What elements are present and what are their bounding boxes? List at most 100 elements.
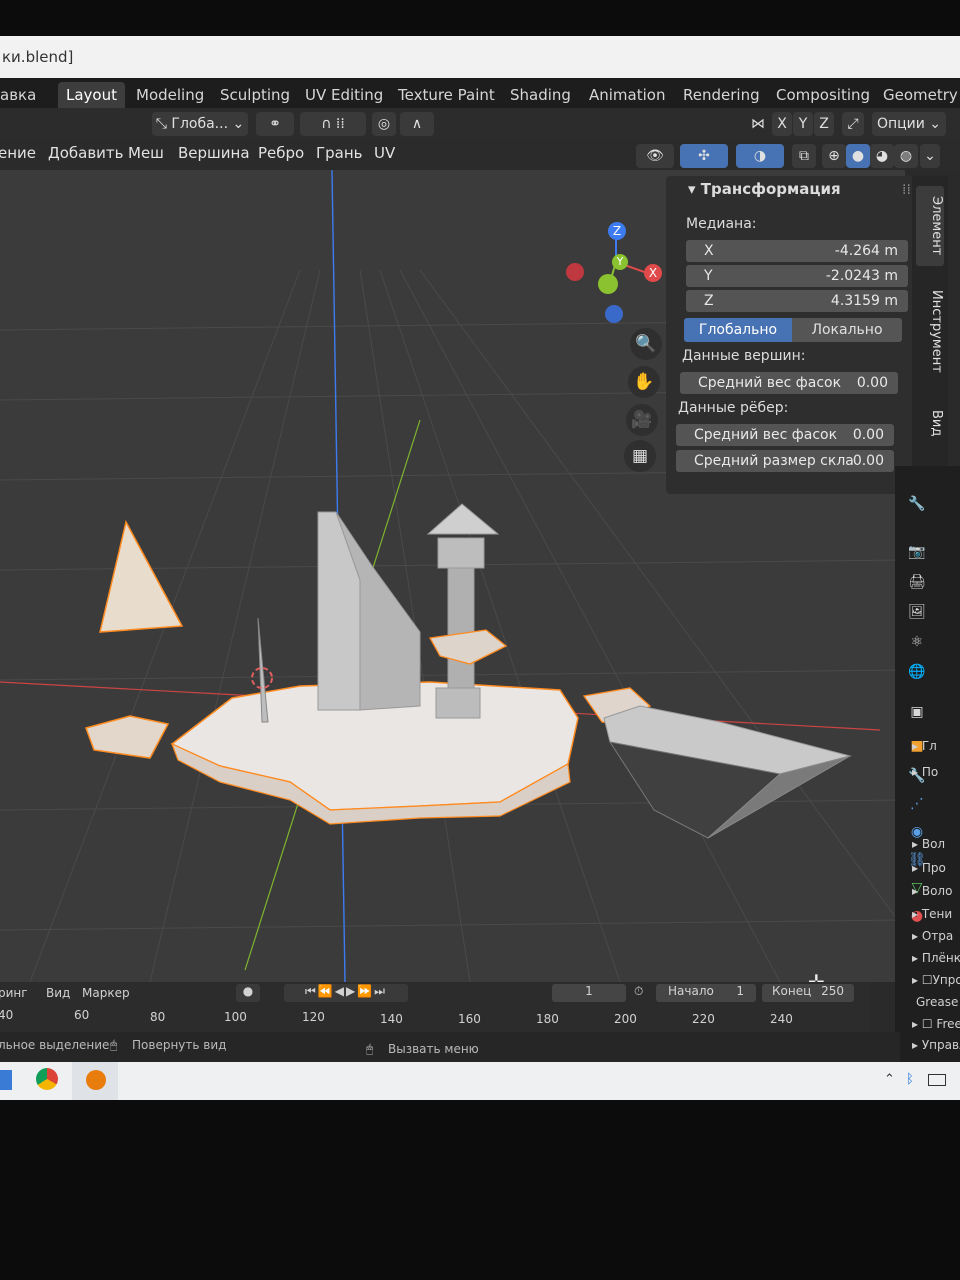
props-row[interactable]: ▸ Плёнк — [912, 951, 960, 965]
pivot-point-button[interactable]: ⚭ — [256, 112, 294, 136]
tab-compositing[interactable]: Compositing — [768, 82, 878, 108]
median-x-field[interactable]: X -4.264 m — [686, 240, 908, 262]
tab-item[interactable]: Элемент — [916, 186, 944, 266]
tab-edit[interactable]: авка — [0, 82, 44, 108]
menu-vertex[interactable]: Вершина — [178, 144, 250, 162]
frame-tick: 80 — [150, 1010, 166, 1024]
props-row[interactable]: ▸ Воло — [912, 884, 952, 898]
falloff-button[interactable]: ∧ — [400, 112, 434, 136]
menu-uv[interactable]: UV — [374, 144, 395, 162]
pan-hand-icon[interactable]: ✋ — [628, 366, 660, 398]
view-object-types-button[interactable]: 👁 — [636, 144, 674, 168]
shading-solid-button[interactable]: ● — [846, 144, 870, 168]
shading-rendered-button[interactable]: ◍ — [894, 144, 918, 168]
bluetooth-icon[interactable]: ᛒ — [906, 1072, 914, 1087]
tab-rendering[interactable]: Rendering — [675, 82, 768, 108]
tab-sculpting[interactable]: Sculpting — [212, 82, 298, 108]
props-row[interactable]: ▸ По — [912, 765, 938, 779]
props-row[interactable]: ▸ Тени — [912, 907, 952, 921]
zoom-icon[interactable]: 🔍 — [630, 328, 662, 360]
props-row[interactable]: ▸ Управле — [912, 1038, 960, 1052]
start-icon[interactable] — [0, 1070, 12, 1090]
record-button[interactable]: ● — [236, 984, 260, 1002]
edge-crease-field[interactable]: Средний размер скла 0.00 — [676, 450, 894, 472]
gizmo-toggle-button[interactable]: ✣ — [680, 144, 728, 168]
mirror-x-button[interactable]: X — [772, 112, 792, 136]
frame-tick: 180 — [536, 1012, 559, 1026]
menu-select[interactable]: ение — [0, 144, 36, 162]
props-row[interactable]: ▸ ☐Упро — [912, 973, 960, 987]
drag-handle-icon[interactable]: ⁞⁞ — [902, 182, 911, 198]
overlays-toggle-button[interactable]: ◑ — [736, 144, 784, 168]
tray-chevron-icon[interactable]: ⌃ — [884, 1072, 895, 1087]
tab-texture-paint[interactable]: Texture Paint — [390, 82, 503, 108]
tab-animation[interactable]: Animation — [581, 82, 673, 108]
current-frame-field[interactable]: 1 — [552, 984, 626, 1002]
mirror-z-button[interactable]: Z — [814, 112, 834, 136]
tab-tool[interactable]: Инструмент — [916, 276, 944, 386]
gizmo-x-button[interactable]: X — [644, 264, 662, 282]
menu-face[interactable]: Грань — [316, 144, 363, 162]
tab-view[interactable]: Вид — [916, 398, 944, 448]
tab-geometry[interactable]: Geometry — [875, 82, 960, 108]
edge-bevel-weight-field[interactable]: Средний вес фасок 0.00 — [676, 424, 894, 446]
start-frame-field[interactable]: Начало 1 — [656, 984, 756, 1002]
local-toggle[interactable]: Локально — [792, 318, 902, 342]
timeline-marker-menu[interactable]: Маркер — [82, 986, 130, 1000]
proportional-edit-button[interactable]: ◎ — [372, 112, 396, 136]
battery-icon[interactable] — [928, 1074, 946, 1086]
perspective-grid-icon[interactable]: ▦ — [624, 440, 656, 472]
orientation-icon: ⤡ — [155, 116, 172, 132]
shading-material-button[interactable]: ◕ — [870, 144, 894, 168]
menu-edge[interactable]: Ребро — [258, 144, 304, 162]
tab-layout[interactable]: Layout — [58, 82, 125, 108]
timeline-playback-menu[interactable]: ринг — [0, 986, 28, 1000]
gizmo-neg-z — [605, 305, 623, 323]
tab-shading[interactable]: Shading — [502, 82, 579, 108]
world-icon[interactable]: 🌐 — [905, 664, 929, 684]
median-z-field[interactable]: Z 4.3159 m — [686, 290, 908, 312]
tool-icon[interactable]: 🔧 — [905, 496, 929, 516]
end-frame-field[interactable]: Конец 250 — [762, 984, 854, 1002]
shading-wireframe-button[interactable]: ⊕ — [822, 144, 846, 168]
vertex-bevel-weight-field[interactable]: Средний вес фасок 0.00 — [680, 372, 898, 394]
playback-controls[interactable]: ⏮⏪◀▶⏩⏭ — [284, 984, 408, 1002]
median-y-field[interactable]: Y -2.0243 m — [686, 265, 908, 287]
props-row[interactable]: ▸ Про — [912, 861, 946, 875]
tab-uv-editing[interactable]: UV Editing — [297, 82, 391, 108]
xray-toggle-button[interactable]: ⧉ — [792, 144, 816, 168]
particles-icon[interactable]: ⋰ — [905, 796, 929, 816]
gizmo-z-button[interactable]: Z — [608, 222, 626, 240]
props-row[interactable]: ▸ Гл — [912, 739, 937, 753]
props-row[interactable]: ▸ ☐ Frees — [912, 1017, 960, 1031]
viewport-header: ⤡ Глоба... ⌄ ⚭ ∩ ⁞⁞ ◎ ∧ ⋈ X Y Z ⤢ Опции … — [0, 108, 960, 140]
transform-orientation-dropdown[interactable]: ⤡ Глоба... ⌄ — [152, 112, 248, 136]
camera-icon[interactable]: 🎥 — [626, 404, 658, 436]
props-row[interactable]: Grease — [916, 995, 958, 1009]
timeline-view-menu[interactable]: Вид — [46, 986, 70, 1000]
menu-add[interactable]: Добавить — [48, 144, 124, 162]
render-icon[interactable]: 📷 — [905, 544, 929, 564]
props-row[interactable]: ▸ Отра — [912, 929, 953, 943]
props-row[interactable]: ▸ Вол — [912, 837, 945, 851]
chrome-icon[interactable] — [36, 1068, 58, 1090]
view-layer-icon[interactable]: 🖼 — [905, 604, 929, 624]
tab-modeling[interactable]: Modeling — [128, 82, 212, 108]
tower-body — [447, 567, 475, 689]
window-title-bar: ки.blend] — [0, 36, 960, 78]
gizmo-y-button[interactable]: Y — [612, 254, 628, 270]
mirror-y-button[interactable]: Y — [793, 112, 813, 136]
auto-merge-button[interactable]: ⤢ — [842, 112, 864, 136]
collection-icon[interactable]: ▣ — [905, 704, 929, 724]
scene-icon[interactable]: ⚛ — [905, 634, 929, 654]
snap-button[interactable]: ∩ ⁞⁞ — [300, 112, 366, 136]
panel-title[interactable]: ▾ Трансформация — [688, 180, 841, 198]
global-toggle[interactable]: Глобально — [684, 318, 792, 342]
gizmo-icon: ✣ — [698, 148, 710, 164]
output-icon[interactable]: 🖨 — [905, 574, 929, 594]
playback-icons: ⏮⏪◀▶⏩⏭ — [305, 984, 387, 998]
options-dropdown[interactable]: Опции ⌄ — [872, 112, 946, 136]
menu-mesh[interactable]: Меш — [128, 144, 164, 162]
shading-options-button[interactable]: ⌄ — [920, 144, 940, 168]
blender-taskbar-button[interactable] — [72, 1062, 118, 1100]
